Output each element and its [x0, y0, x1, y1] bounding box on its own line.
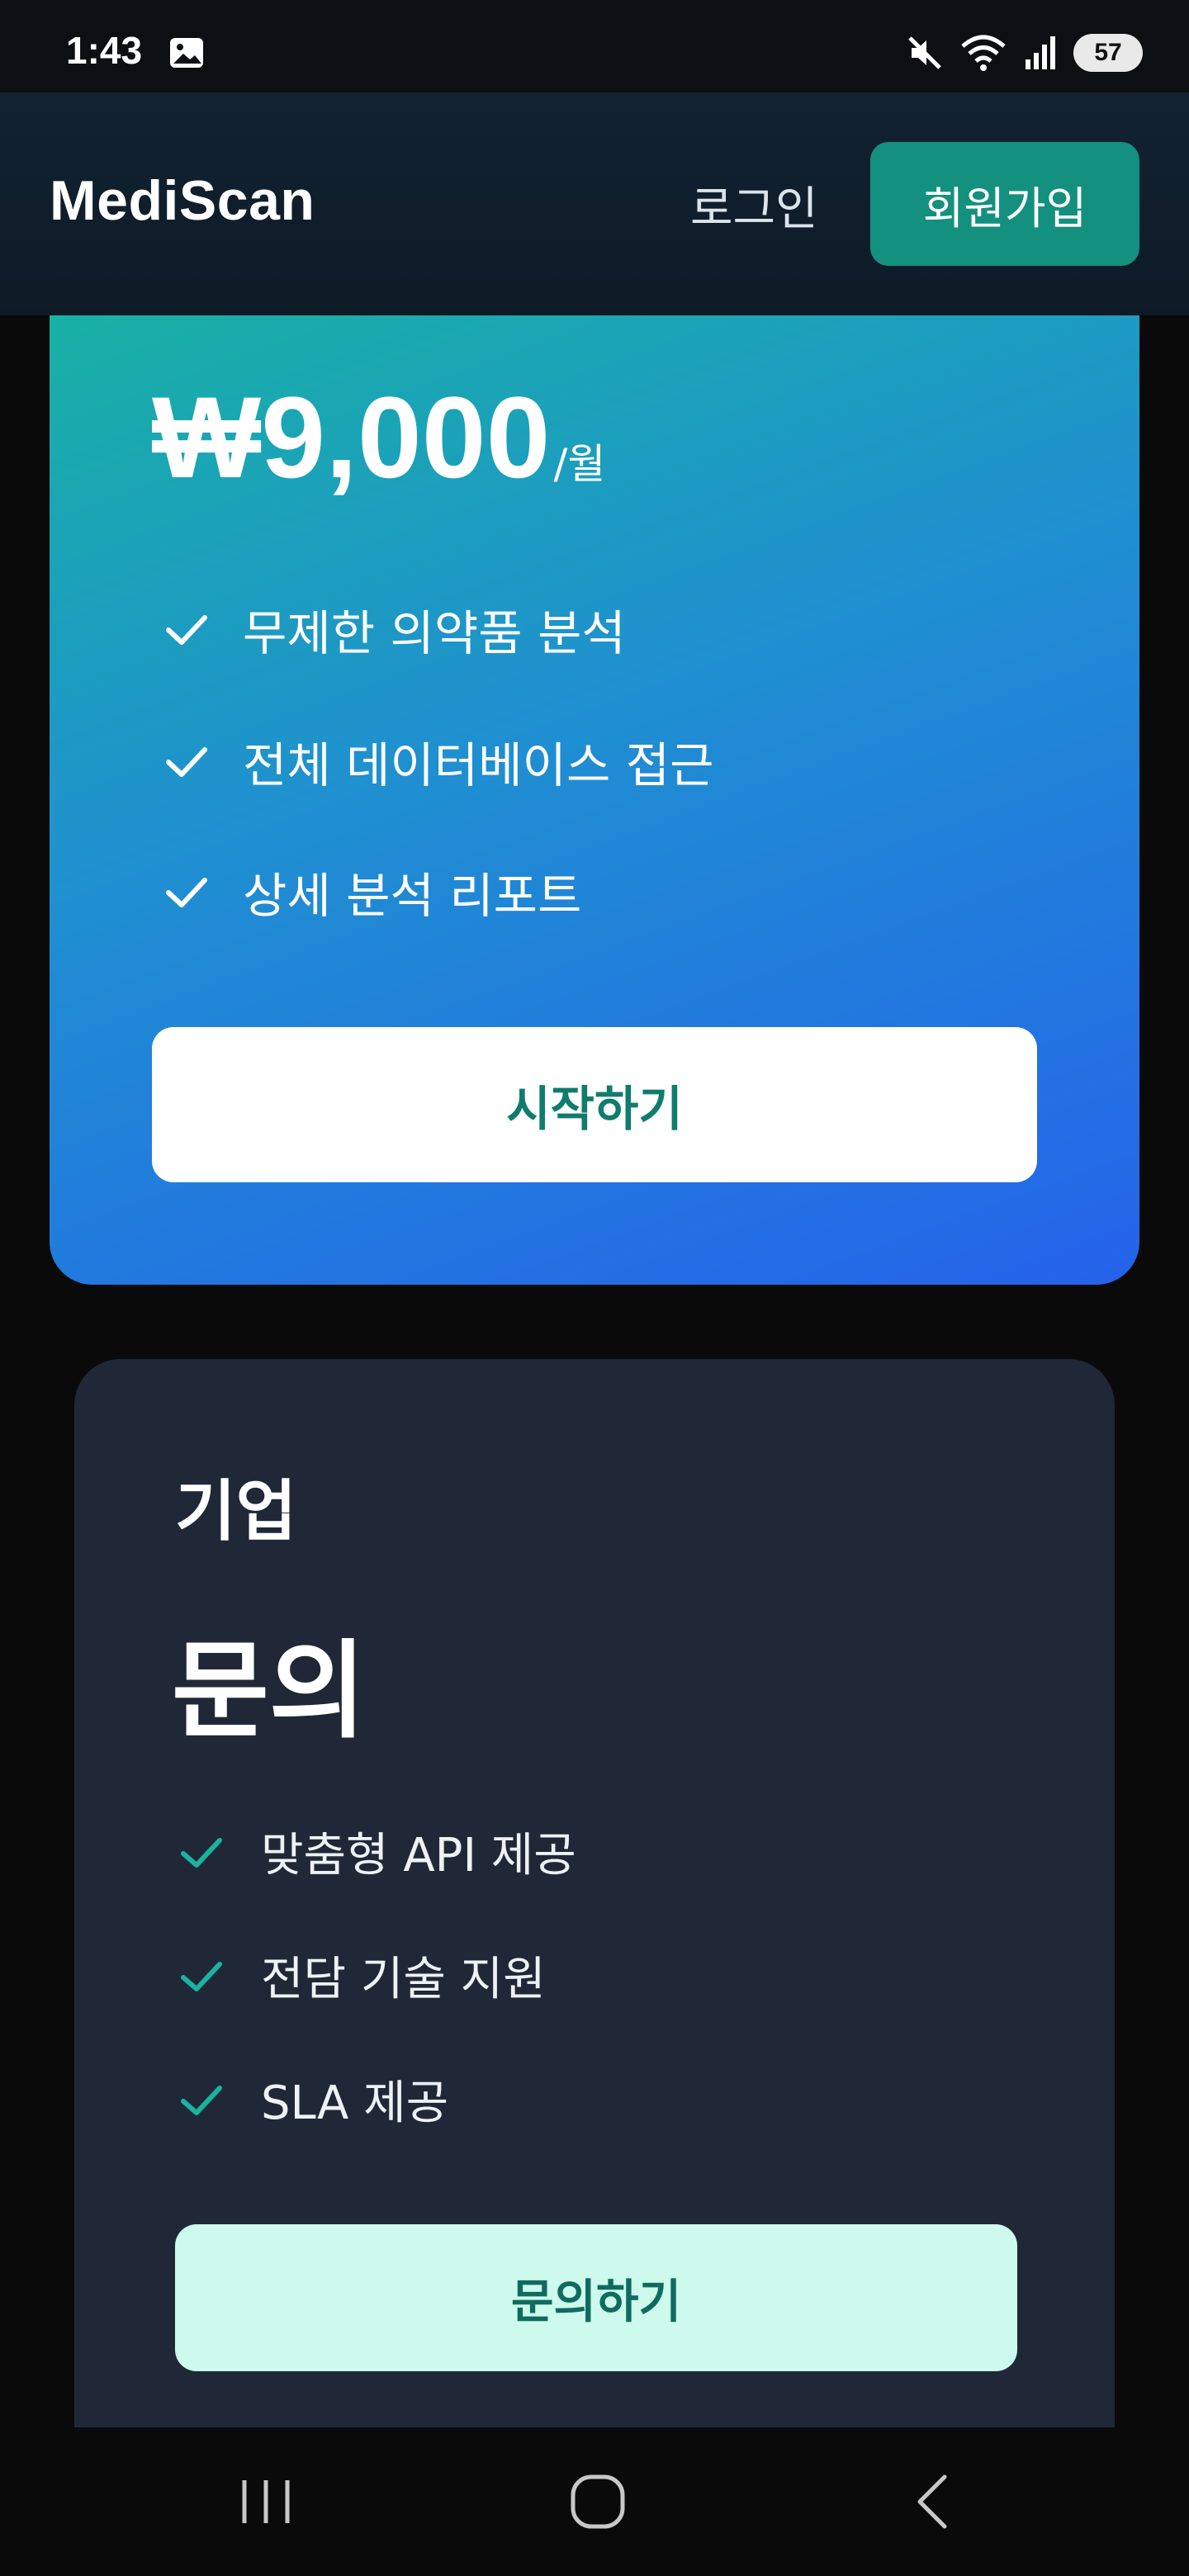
mute-icon [908, 36, 941, 69]
enterprise-price: 문의 [172, 1630, 367, 1753]
wifi-icon [961, 35, 1006, 71]
brand-logo[interactable]: MediScan [50, 168, 315, 233]
recents-icon[interactable] [233, 2469, 299, 2535]
signal-icon [1026, 36, 1055, 69]
status-bar: 1:43 57 [0, 0, 1189, 92]
check-icon [166, 615, 207, 645]
enterprise-feature-label: 전담 기술 지원 [261, 1953, 546, 2006]
pro-price-row: ₩9,000 /월 [152, 380, 605, 495]
login-link[interactable]: 로그인 [690, 172, 818, 239]
pro-plan-card: ₩9,000 /월 무제한 의약품 분석 전체 데이터베이스 접근 상세 분석 … [50, 281, 1139, 1285]
enterprise-feature-label: 맞춤형 API 제공 [261, 1829, 576, 1882]
enterprise-feature-item: 맞춤형 API 제공 [178, 1818, 576, 1885]
enterprise-plan-card: 기업 문의 맞춤형 API 제공 전담 기술 지원 SLA 제공 문의하기 [74, 1359, 1115, 2432]
pro-feature-item: 전체 데이터베이스 접근 [162, 727, 713, 796]
check-icon [181, 1961, 222, 1991]
image-icon [170, 38, 203, 68]
pro-feature-label: 무제한 의약품 분석 [243, 605, 626, 661]
check-icon [166, 878, 207, 907]
signup-button[interactable]: 회원가입 [870, 142, 1139, 266]
status-time: 1:43 [66, 29, 143, 72]
enterprise-feature-item: 전담 기술 지원 [178, 1942, 546, 2009]
pro-feature-label: 상세 분석 리포트 [243, 868, 582, 924]
check-icon [166, 747, 207, 777]
enterprise-feature-label: SLA 제공 [261, 2076, 449, 2130]
pro-feature-item: 상세 분석 리포트 [162, 857, 581, 926]
pro-feature-label: 전체 데이터베이스 접근 [243, 737, 714, 793]
pro-price: ₩9,000 [152, 372, 551, 502]
system-nav-bar [0, 2427, 1189, 2576]
status-icons: 57 [905, 30, 1143, 76]
enterprise-title: 기업 [175, 1473, 297, 1550]
check-icon [181, 2085, 222, 2115]
app-header: MediScan 로그인 회원가입 [0, 92, 1189, 315]
home-icon[interactable] [565, 2469, 631, 2535]
pro-feature-item: 무제한 의약품 분석 [162, 594, 626, 664]
pro-period: /월 [553, 440, 606, 488]
check-icon [181, 1837, 222, 1868]
back-icon[interactable] [900, 2469, 966, 2535]
battery-indicator: 57 [1073, 34, 1143, 72]
inquiry-button[interactable]: 문의하기 [175, 2224, 1017, 2371]
enterprise-feature-item: SLA 제공 [178, 2066, 448, 2133]
start-button[interactable]: 시작하기 [152, 1027, 1037, 1182]
